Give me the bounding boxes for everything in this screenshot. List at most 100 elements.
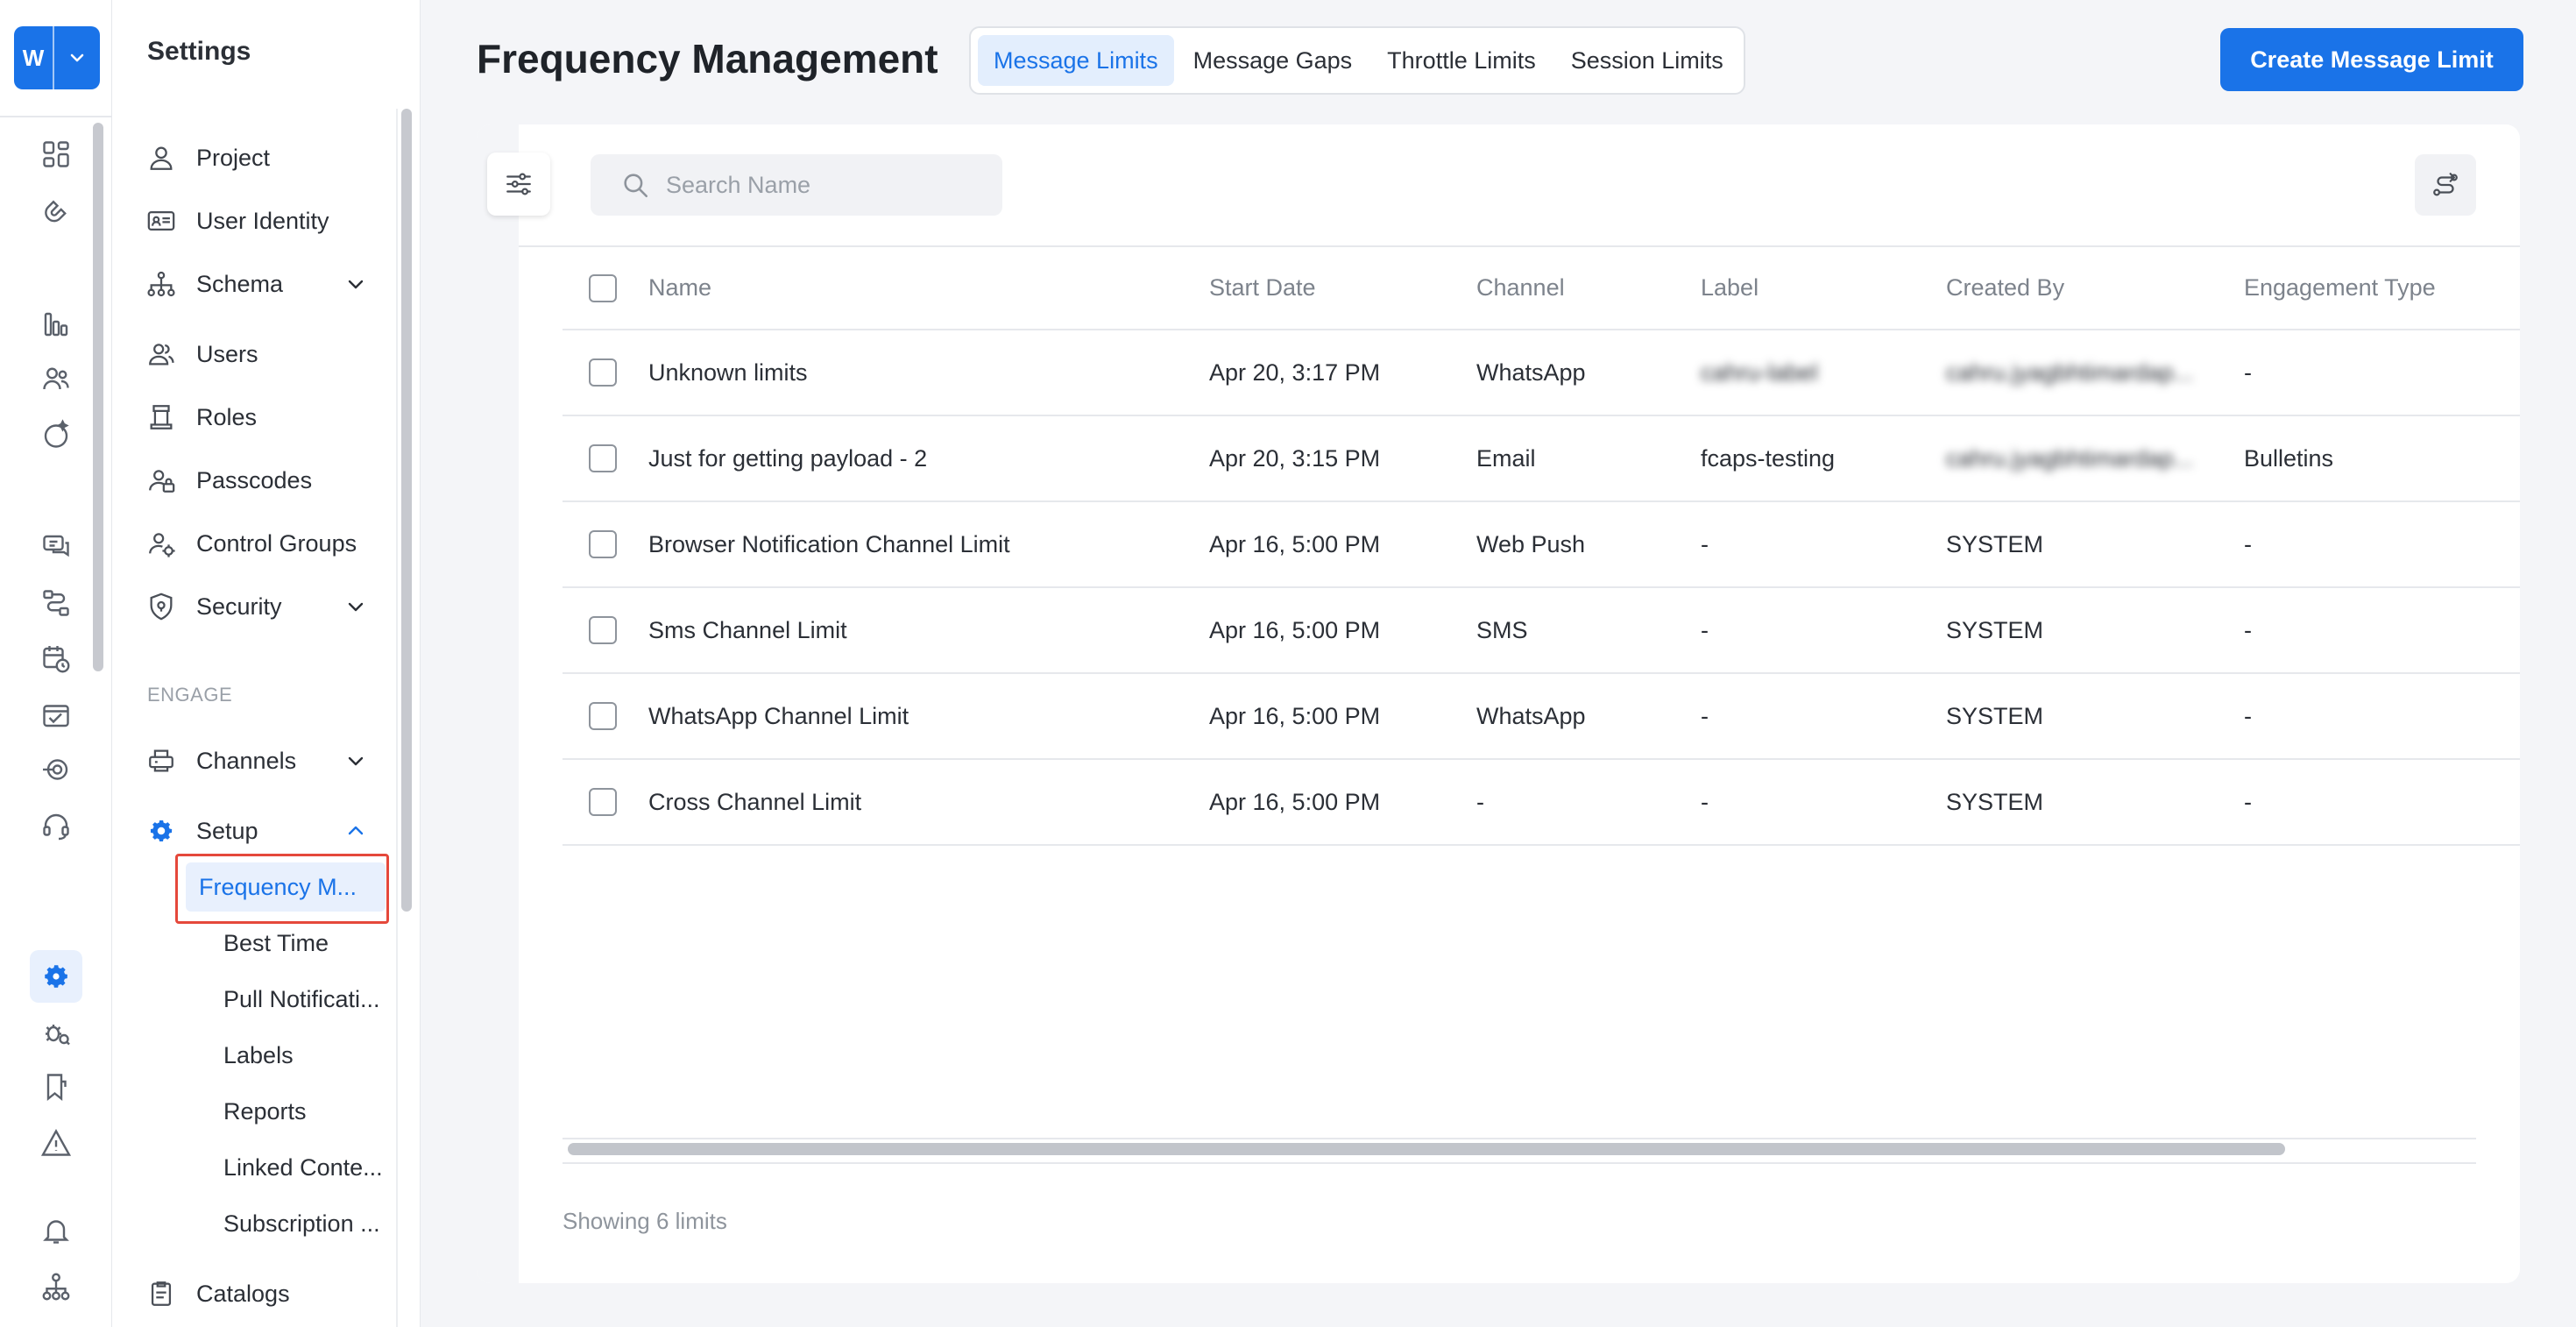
table-row[interactable]: Just for getting payload - 2 Apr 20, 3:1… [563,415,2520,502]
sidebar-item-user-identity[interactable]: User Identity [144,196,398,245]
catalog-icon [144,1276,179,1311]
journey-icon[interactable] [30,577,82,629]
row-checkbox[interactable] [589,788,617,817]
sidebar-subitem-pull-notifications[interactable]: Pull Notificati... [199,975,386,1024]
column-header-start-date[interactable]: Start Date [1209,247,1476,330]
row-checkbox[interactable] [589,702,617,731]
table-hscroll-thumb[interactable] [568,1143,2285,1155]
row-checkbox[interactable] [589,616,617,645]
sidebar-item-roles[interactable]: Roles [144,393,398,442]
settings-gear-icon[interactable] [30,950,82,1003]
sidebar-item-users[interactable]: Users [144,330,398,379]
row-select-cell [563,415,648,502]
shield-icon [144,589,179,624]
org-tree-icon[interactable] [30,1260,82,1313]
workspace-switcher[interactable]: W [14,26,100,89]
cell-created-by: SYSTEM [1946,673,2244,760]
sidebar-subitem-best-time[interactable]: Best Time [199,919,386,968]
sidebar-item-catalogs[interactable]: Catalogs [144,1269,398,1318]
sidebar-item-label: Users [196,340,258,367]
table-row[interactable]: Unknown limits Apr 20, 3:17 PM WhatsApp … [563,330,2520,416]
column-header-name[interactable]: Name [648,247,1209,330]
cell-channel: WhatsApp [1476,330,1701,416]
sparkle-chat-icon[interactable] [30,408,82,461]
sidebar-subitem-linked-content[interactable]: Linked Conte... [199,1143,386,1192]
table-row[interactable]: Browser Notification Channel Limit Apr 1… [563,501,2520,588]
sidebar-item-channels[interactable]: Channels [144,736,398,785]
column-header-engagement-type[interactable]: Engagement Type [2244,247,2520,330]
support-headset-icon[interactable] [30,799,82,852]
cell-name[interactable]: Unknown limits [648,330,1209,416]
row-select-cell [563,759,648,846]
campaign-icon[interactable] [30,689,82,742]
panel-title: Settings [147,37,251,66]
route-swap-icon [2433,173,2458,196]
row-checkbox[interactable] [589,444,617,473]
search-field [591,154,1002,216]
sidebar-item-security[interactable]: Security [144,582,398,631]
tab-message-limits[interactable]: Message Limits [978,35,1174,86]
filter-button[interactable] [487,153,550,216]
bug-search-icon[interactable] [30,1006,82,1059]
control-groups-icon [144,526,179,561]
bell-icon[interactable] [30,1204,82,1257]
sidebar-item-setup[interactable]: Setup [144,806,398,855]
chevron-down-icon [348,602,364,612]
panel-scrollbar[interactable] [401,109,412,912]
create-message-limit-button[interactable]: Create Message Limit [2220,28,2523,91]
tab-throttle-limits[interactable]: Throttle Limits [1371,35,1552,86]
column-settings-button[interactable] [2415,154,2476,216]
search-input[interactable] [666,171,999,199]
sidebar-subitem-reports[interactable]: Reports [199,1087,386,1136]
select-all-checkbox[interactable] [589,273,617,302]
filter-strip [477,124,519,1283]
table-row[interactable]: WhatsApp Channel Limit Apr 16, 5:00 PM W… [563,673,2520,760]
dashboard-icon[interactable] [30,128,82,181]
messages-icon[interactable] [30,521,82,573]
sidebar-item-label: Catalogs [196,1280,290,1307]
row-checkbox[interactable] [589,530,617,559]
cell-name[interactable]: WhatsApp Channel Limit [648,673,1209,760]
calendar-clock-icon[interactable] [30,633,82,685]
sidebar-item-label: Passcodes [196,466,313,493]
cell-name[interactable]: Browser Notification Channel Limit [648,501,1209,588]
segments-icon[interactable] [30,352,82,405]
magnet-icon[interactable] [30,184,82,237]
cell-name[interactable]: Sms Channel Limit [648,587,1209,674]
cell-channel: WhatsApp [1476,673,1701,760]
table-header-row: Name Start Date Channel Label Created By… [563,247,2520,330]
cell-name[interactable]: Just for getting payload - 2 [648,415,1209,502]
row-select-cell [563,330,648,416]
bookmark-icon[interactable] [30,1061,82,1113]
sidebar-item-project[interactable]: Project [144,133,398,182]
column-header-label[interactable]: Label [1701,247,1946,330]
column-header-created-by[interactable]: Created By [1946,247,2244,330]
warning-icon[interactable] [30,1117,82,1169]
icon-rail: W [0,0,112,1327]
sidebar-item-label: Project [196,144,271,171]
cell-name[interactable]: Cross Channel Limit [648,759,1209,846]
sidebar-subitem-labels[interactable]: Labels [199,1031,386,1080]
sidebar-subitem-subscription[interactable]: Subscription ... [199,1199,386,1248]
sidebar-item-passcodes[interactable]: Passcodes [144,456,398,505]
column-header-channel[interactable]: Channel [1476,247,1701,330]
table-row[interactable]: Cross Channel Limit Apr 16, 5:00 PM - - … [563,759,2520,846]
row-checkbox[interactable] [589,358,617,387]
sidebar-subitem-frequency-management[interactable]: Frequency M... [186,862,386,912]
tab-session-limits[interactable]: Session Limits [1555,35,1739,86]
table-row[interactable]: Sms Channel Limit Apr 16, 5:00 PM SMS - … [563,587,2520,674]
table-footer-divider [563,1162,2476,1164]
cell-channel: SMS [1476,587,1701,674]
chevron-down-icon [54,26,100,89]
cell-channel: Email [1476,415,1701,502]
chevron-down-icon [348,280,364,289]
cell-label: fcaps-testing [1701,415,1946,502]
target-icon[interactable] [30,743,82,796]
sidebar-item-label: Security [196,593,282,620]
sidebar-item-control-groups[interactable]: Control Groups [144,519,398,568]
sidebar-item-label: Channels [196,747,297,774]
tab-message-gaps[interactable]: Message Gaps [1178,35,1369,86]
sidebar-item-schema[interactable]: Schema [144,259,398,309]
bar-chart-icon[interactable] [30,298,82,351]
rail-scrollbar[interactable] [93,123,103,671]
